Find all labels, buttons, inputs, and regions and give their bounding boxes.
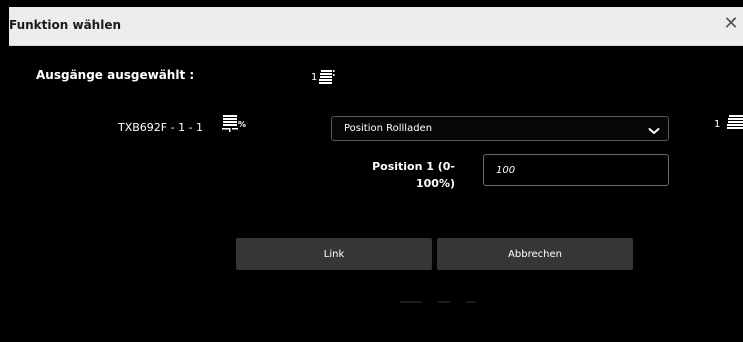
link-button[interactable]: Link xyxy=(236,238,432,270)
device-label: TXB692F - 1 - 1 xyxy=(118,121,204,134)
function-select-value: Position Rollladen xyxy=(344,123,433,134)
outputs-selected-label: Ausgänge ausgewählt : xyxy=(36,68,195,82)
shutter-stack-icon xyxy=(727,113,743,135)
page: Funktion wählen ✕ Ausgänge ausgewählt : … xyxy=(0,0,743,342)
svg-text:%: % xyxy=(238,120,246,129)
position-label: Position 1 (0-100%) xyxy=(372,160,455,190)
position-input[interactable] xyxy=(483,154,669,186)
outputs-count: 1 xyxy=(311,72,318,83)
function-count: 1 xyxy=(714,119,721,130)
function-select[interactable]: Position Rollladen xyxy=(331,116,669,141)
chevron-down-icon xyxy=(648,123,660,141)
shutter-percent-icon: % xyxy=(222,114,250,139)
cancel-button[interactable]: Abbrechen xyxy=(437,238,633,270)
faint-divider xyxy=(400,291,480,303)
shutter-stack-icon xyxy=(319,68,335,90)
dialog-titlebar: Funktion wählen ✕ xyxy=(9,7,743,46)
dialog-title: Funktion wählen xyxy=(9,18,122,32)
dialog-content: Ausgänge ausgewählt : 1 TXB692F - 1 - 1 xyxy=(9,46,743,342)
close-icon[interactable]: ✕ xyxy=(722,13,740,35)
